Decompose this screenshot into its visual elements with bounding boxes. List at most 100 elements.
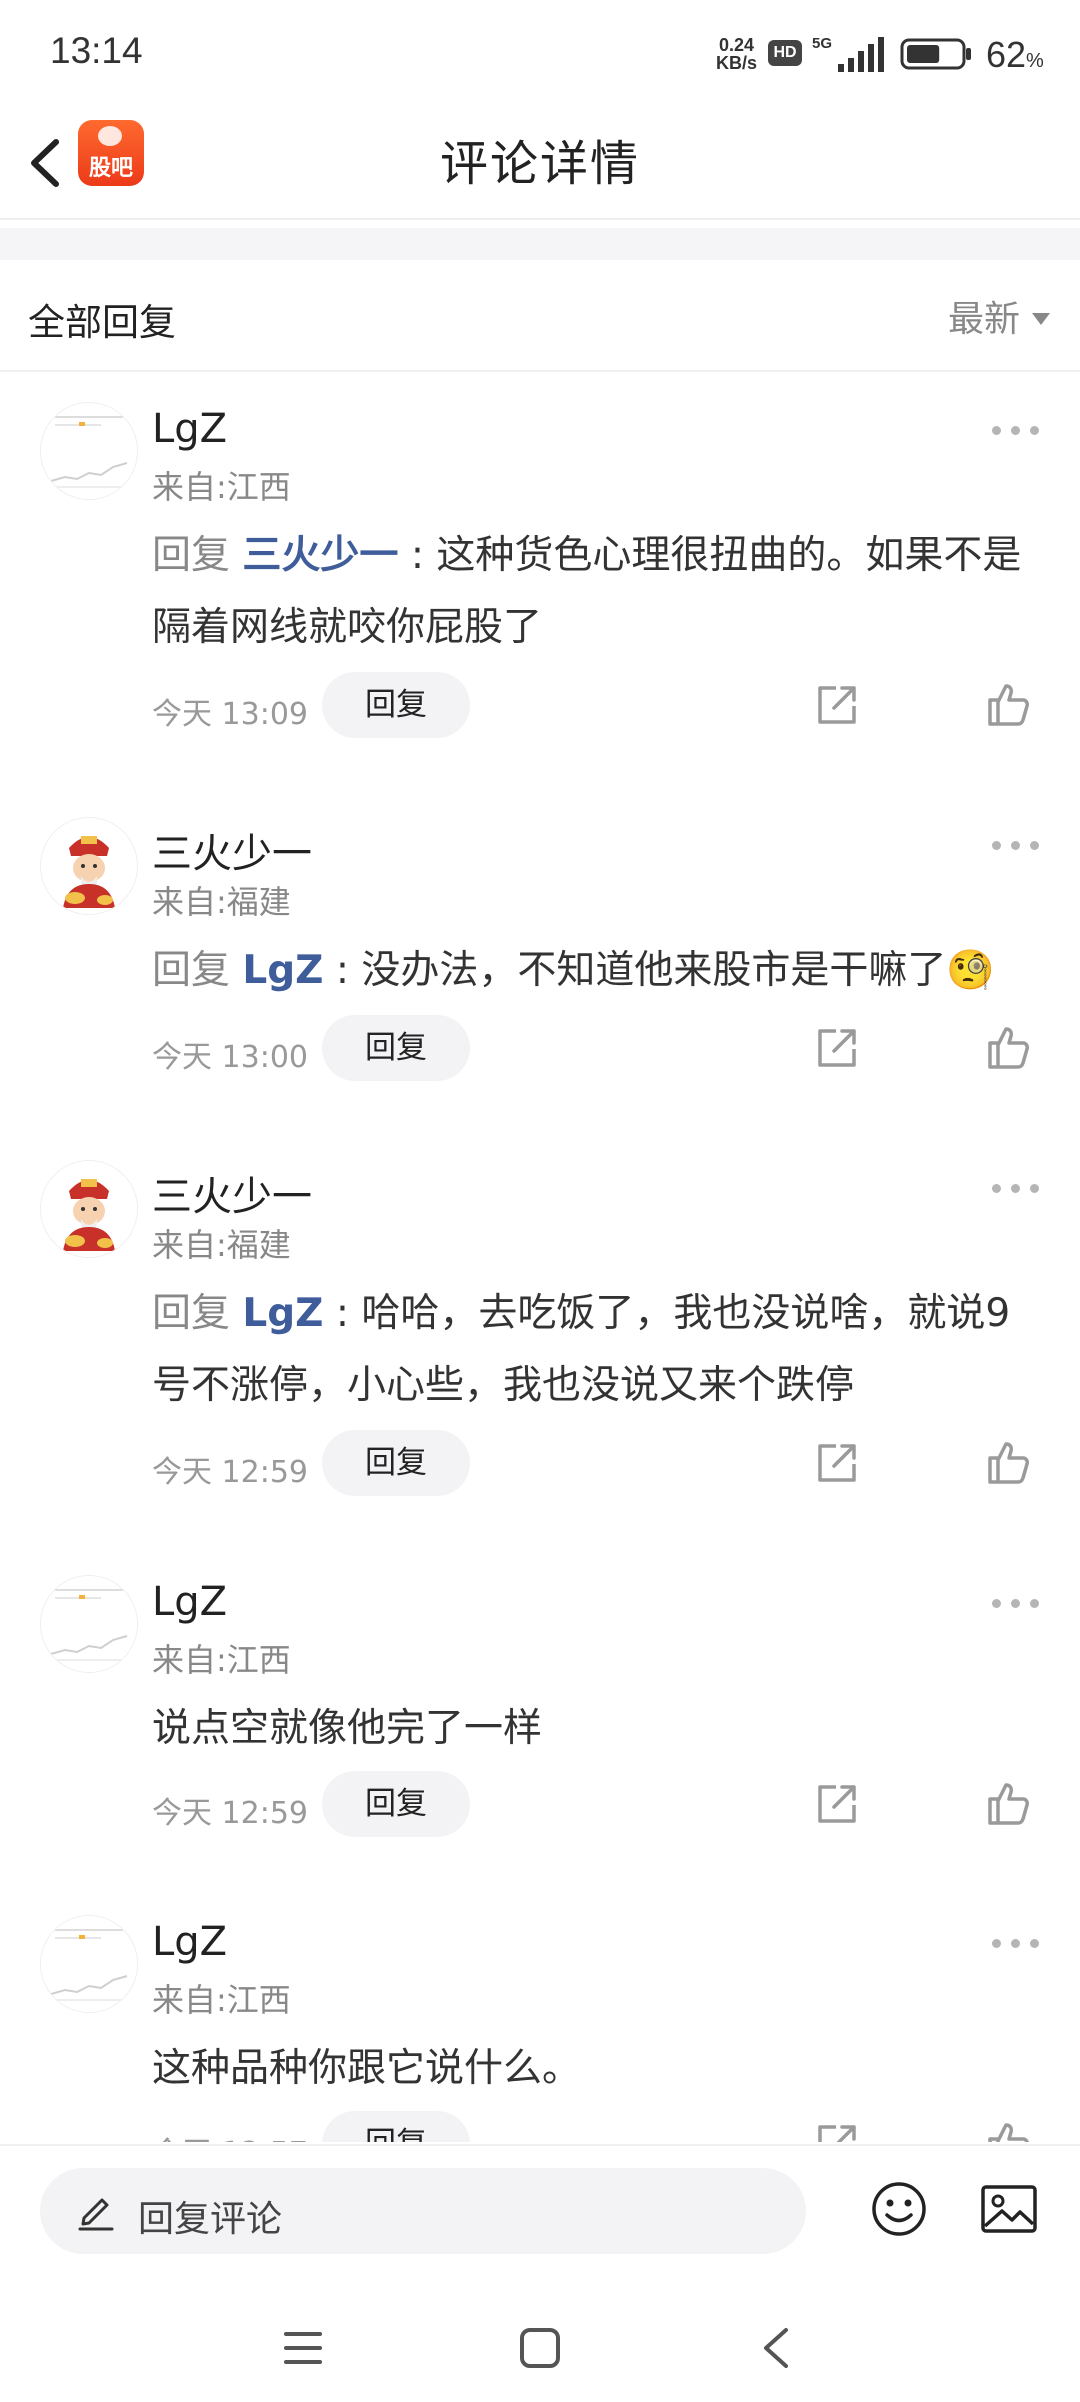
god-of-wealth-icon — [41, 818, 137, 914]
status-time: 13:14 — [50, 30, 143, 71]
comment-item: 三火少一 来自:福建 回复 LgZ : 没办法，不知道他来股市是干嘛了🧐 今天 … — [0, 787, 1080, 1130]
share-icon[interactable] — [814, 682, 860, 728]
mention-link[interactable]: LgZ — [242, 948, 323, 993]
thinking-emoji-icon: 🧐 — [946, 948, 995, 993]
user-location: 来自:福建 — [152, 883, 291, 921]
status-indicators: 0.24 KB/s HD 5G 62% — [660, 30, 1080, 80]
username[interactable]: LgZ — [152, 406, 227, 452]
sort-value: 最新 — [947, 299, 1020, 340]
share-icon[interactable] — [814, 2121, 860, 2142]
more-options-icon[interactable] — [992, 1180, 1040, 1196]
username[interactable]: LgZ — [152, 1579, 227, 1625]
comment-time: 今天 12:57 — [152, 2128, 308, 2142]
comment-time: 今天 13:09 — [152, 697, 308, 732]
comment-item: LgZ 来自:江西 回复 三火少一 : 这种货色心理很扭曲的。如果不是隔着网线就… — [0, 372, 1080, 787]
reply-button[interactable]: 回复 — [322, 1015, 470, 1081]
chart-thumbnail-icon — [41, 403, 137, 499]
chart-thumbnail-icon — [41, 1576, 137, 1672]
status-bar: 13:14 0.24 KB/s HD 5G 62% — [0, 0, 1080, 108]
sort-dropdown[interactable]: 最新 — [947, 290, 1050, 340]
user-location: 来自:福建 — [152, 1226, 291, 1264]
thumbs-up-icon[interactable] — [986, 2119, 1032, 2142]
caret-down-icon — [1032, 313, 1050, 325]
page-title: 评论详情 — [439, 136, 640, 192]
user-location: 来自:江西 — [152, 468, 291, 506]
bottom-bar: 回复评论 — [0, 2144, 1080, 2402]
battery-fill — [907, 45, 940, 63]
all-replies-label: 全部回复 — [28, 301, 176, 344]
avatar[interactable] — [40, 817, 138, 915]
reply-prefix: 回复 — [152, 1291, 243, 1336]
header: 股吧 评论详情 — [0, 108, 1080, 220]
battery-percent: 62% — [986, 34, 1044, 76]
comment-text: 回复 LgZ : 哈哈，去吃饭了，我也没说啥，就说9号不涨停，小心些，我也没说又… — [152, 1278, 1032, 1422]
comment-time: 今天 12:59 — [152, 1455, 308, 1490]
comment-actions: 今天 12:59 回复 — [0, 1430, 1080, 1500]
god-of-wealth-icon — [41, 1161, 137, 1257]
battery-percent-sign: % — [1026, 50, 1044, 72]
pencil-icon — [78, 2198, 114, 2231]
comment-text: 回复 LgZ : 没办法，不知道他来股市是干嘛了🧐 — [152, 935, 1032, 1007]
comment-body: : 没办法，不知道他来股市是干嘛了 — [323, 948, 947, 993]
comment-actions: 今天 12:57 回复 — [0, 2111, 1080, 2142]
comment-item: 三火少一 来自:福建 回复 LgZ : 哈哈，去吃饭了，我也没说啥，就说9号不涨… — [0, 1130, 1080, 1545]
username[interactable]: 三火少一 — [152, 1164, 312, 1222]
signal-icon: 5G — [812, 35, 884, 72]
comment-item: LgZ 来自:江西 这种品种你跟它说什么。 今天 12:57 回复 — [0, 1885, 1080, 2142]
section-divider — [0, 228, 1080, 260]
avatar[interactable] — [40, 402, 138, 500]
more-options-icon[interactable] — [992, 837, 1040, 853]
comment-actions: 今天 13:09 回复 — [0, 672, 1080, 742]
back-nav-icon[interactable] — [758, 2324, 794, 2372]
avatar[interactable] — [40, 1160, 138, 1258]
system-nav-bar — [0, 2306, 1080, 2402]
reply-comment-input[interactable]: 回复评论 — [40, 2168, 806, 2254]
comment-body: 这种品种你跟它说什么。 — [152, 2046, 582, 2091]
share-icon[interactable] — [814, 1025, 860, 1071]
network-speed-value: 0.24 — [718, 35, 755, 55]
chart-thumbnail-icon — [41, 1916, 137, 2012]
comment-item: LgZ 来自:江西 说点空就像他完了一样 今天 12:59 回复 — [0, 1545, 1080, 1885]
reply-button[interactable]: 回复 — [322, 672, 470, 738]
home-icon[interactable] — [518, 2326, 562, 2370]
reply-button[interactable]: 回复 — [322, 1771, 470, 1837]
reply-button[interactable]: 回复 — [322, 1430, 470, 1496]
username[interactable]: 三火少一 — [152, 821, 312, 879]
avatar[interactable] — [40, 1575, 138, 1673]
comment-text: 这种品种你跟它说什么。 — [152, 2033, 1032, 2105]
filter-bar: 全部回复 最新 — [0, 260, 1080, 372]
network-speed-unit: KB/s — [716, 53, 758, 73]
comment-actions: 今天 13:00 回复 — [0, 1015, 1080, 1085]
comment-time: 今天 13:00 — [152, 1040, 308, 1075]
menu-icon[interactable] — [282, 2328, 324, 2368]
user-location: 来自:江西 — [152, 1981, 291, 2019]
image-icon[interactable] — [980, 2184, 1038, 2234]
thumbs-up-icon[interactable] — [986, 680, 1032, 728]
more-options-icon[interactable] — [992, 422, 1040, 438]
user-location: 来自:江西 — [152, 1641, 291, 1679]
reply-placeholder: 回复评论 — [138, 2199, 283, 2240]
thumbs-up-icon[interactable] — [986, 1779, 1032, 1827]
mention-link[interactable]: 三火少一 — [242, 533, 398, 578]
comment-text: 回复 三火少一 : 这种货色心理很扭曲的。如果不是隔着网线就咬你屁股了 — [152, 520, 1032, 664]
thumbs-up-icon[interactable] — [986, 1023, 1032, 1071]
share-icon[interactable] — [814, 1440, 860, 1486]
reply-button[interactable]: 回复 — [322, 2111, 470, 2142]
avatar[interactable] — [40, 1915, 138, 2013]
more-options-icon[interactable] — [992, 1595, 1040, 1611]
mention-link[interactable]: LgZ — [242, 1291, 323, 1336]
thumbs-up-icon[interactable] — [986, 1438, 1032, 1486]
network-speed: 0.24 KB/s — [716, 36, 757, 72]
more-options-icon[interactable] — [992, 1935, 1040, 1951]
network-type-label: 5G — [812, 35, 832, 52]
reply-prefix: 回复 — [152, 533, 243, 578]
comment-actions: 今天 12:59 回复 — [0, 1771, 1080, 1841]
reply-prefix: 回复 — [152, 948, 243, 993]
emoji-icon[interactable] — [870, 2180, 928, 2238]
username[interactable]: LgZ — [152, 1919, 227, 1965]
share-icon[interactable] — [814, 1781, 860, 1827]
battery-icon — [900, 38, 971, 70]
battery-percent-value: 62 — [986, 34, 1027, 75]
comment-text: 说点空就像他完了一样 — [152, 1693, 1032, 1765]
hd-badge: HD — [768, 40, 802, 66]
